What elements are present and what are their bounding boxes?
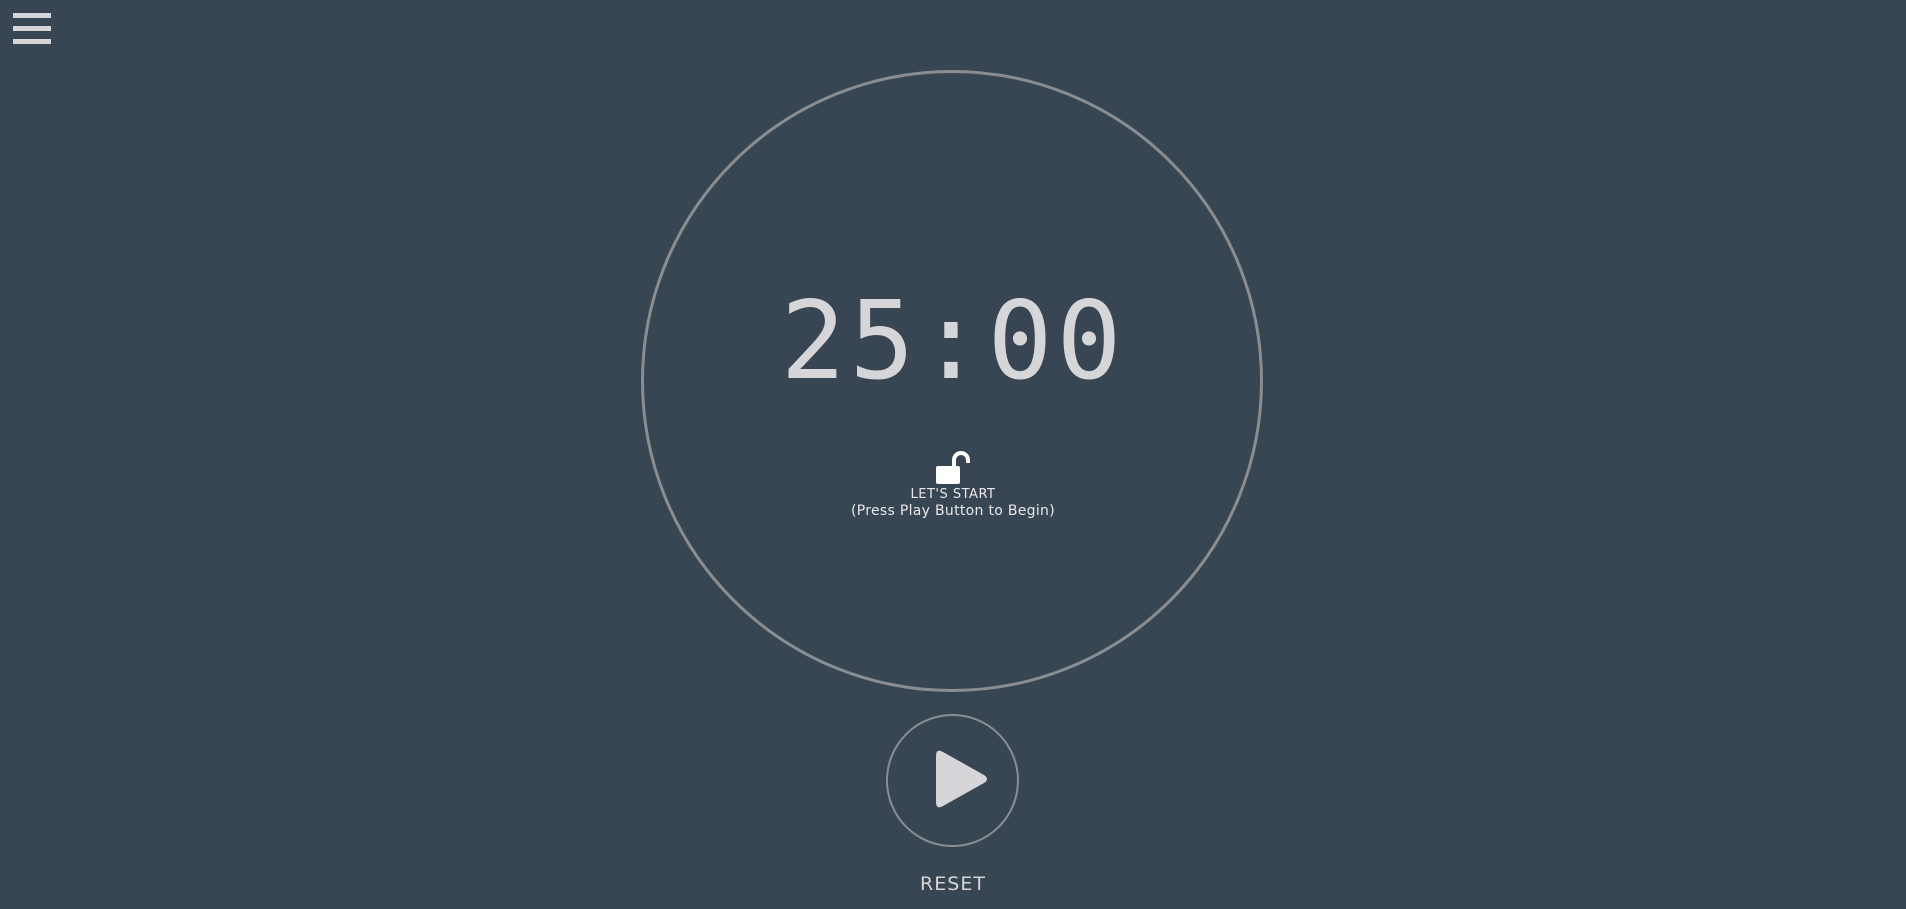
play-button[interactable] xyxy=(886,714,1019,847)
menu-bar-bottom xyxy=(13,39,51,44)
reset-button[interactable]: RESET xyxy=(920,873,986,895)
menu-bar-top xyxy=(13,13,51,18)
pomodoro-timer-page: 25:00 LET'S START (Press Play Button to … xyxy=(0,0,1906,909)
play-icon xyxy=(936,750,987,808)
status-hint: (Press Play Button to Begin) xyxy=(851,503,1055,519)
reset-button-row: RESET xyxy=(0,872,1906,896)
status-title: LET'S START xyxy=(910,487,996,502)
menu-bar-middle xyxy=(13,26,51,31)
hamburger-menu-icon[interactable] xyxy=(13,13,51,45)
unlocked-padlock-icon xyxy=(932,450,972,486)
time-display: 25:00 xyxy=(780,279,1126,404)
